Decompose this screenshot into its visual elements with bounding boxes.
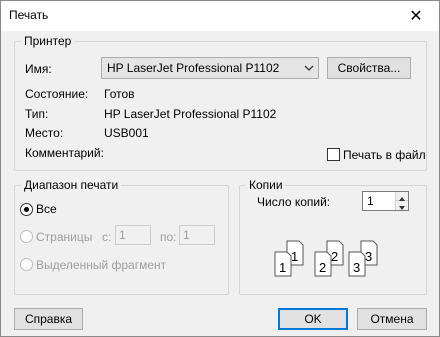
close-button[interactable]: ✕ [393, 1, 439, 31]
comment-label: Комментарий: [25, 146, 104, 160]
printer-group-title: Принтер [21, 34, 75, 48]
spinner-buttons [395, 192, 408, 210]
properties-button[interactable]: Свойства... [327, 57, 411, 79]
spin-up-button[interactable] [396, 192, 408, 201]
print-to-file-checkbox[interactable] [327, 148, 340, 161]
radio-selected-dot [24, 207, 29, 212]
printer-name-select[interactable]: HP LaserJet Professional P1102 [101, 57, 319, 79]
where-value: USB001 [104, 126, 149, 140]
collate-set-1: 1 1 [274, 240, 304, 277]
copies-count-spinner[interactable]: 1 [362, 191, 409, 211]
title-bar[interactable]: Печать ✕ [1, 1, 439, 31]
collate-set-3: 3 3 [348, 240, 378, 277]
print-to-file-label[interactable]: Печать в файл [343, 148, 426, 162]
type-value: HP LaserJet Professional P1102 [104, 107, 277, 121]
close-icon: ✕ [409, 8, 423, 25]
range-pages-label[interactable]: Страницы [36, 230, 92, 244]
range-all-radio[interactable] [20, 203, 33, 216]
type-label: Тип: [25, 107, 49, 121]
help-button[interactable]: Справка [14, 308, 83, 330]
copies-count-value[interactable]: 1 [367, 194, 374, 208]
printer-name-label: Имя: [25, 62, 52, 76]
range-to-label: по: [160, 230, 177, 244]
collate-page-number: 3 [353, 260, 360, 275]
range-from-input[interactable]: 1 [115, 225, 151, 245]
collate-page-number: 3 [365, 249, 372, 264]
collate-pages-icon: 1 1 2 2 3 3 [274, 240, 378, 277]
print-range-group-title: Диапазон печати [21, 178, 122, 192]
printer-name-value: HP LaserJet Professional P1102 [107, 61, 280, 75]
collate-page-number: 1 [291, 249, 298, 264]
range-to-input[interactable]: 1 [179, 225, 215, 245]
range-selection-label[interactable]: Выделенный фрагмент [36, 258, 166, 272]
copies-group-title: Копии [246, 178, 286, 192]
collate-page-number: 2 [331, 249, 338, 264]
status-value: Готов [104, 87, 135, 101]
range-pages-radio[interactable] [20, 230, 33, 243]
spin-down-button[interactable] [396, 201, 408, 210]
cancel-button[interactable]: Отмена [357, 308, 427, 330]
arrow-down-icon [399, 206, 405, 210]
collate-set-2: 2 2 [314, 240, 344, 277]
range-all-label[interactable]: Все [36, 202, 57, 216]
range-selection-radio[interactable] [20, 258, 33, 271]
status-label: Состояние: [25, 87, 89, 101]
where-label: Место: [25, 126, 64, 140]
range-from-label: с: [102, 230, 112, 244]
chevron-down-icon [304, 65, 314, 71]
ok-button[interactable]: OK [278, 308, 348, 330]
window-title: Печать [9, 8, 49, 22]
collate-page-number: 2 [319, 260, 326, 275]
print-dialog: Печать ✕ Принтер Имя: HP LaserJet Profes… [0, 0, 440, 337]
copies-count-label: Число копий: [257, 195, 331, 209]
collate-page-number: 1 [279, 260, 286, 275]
